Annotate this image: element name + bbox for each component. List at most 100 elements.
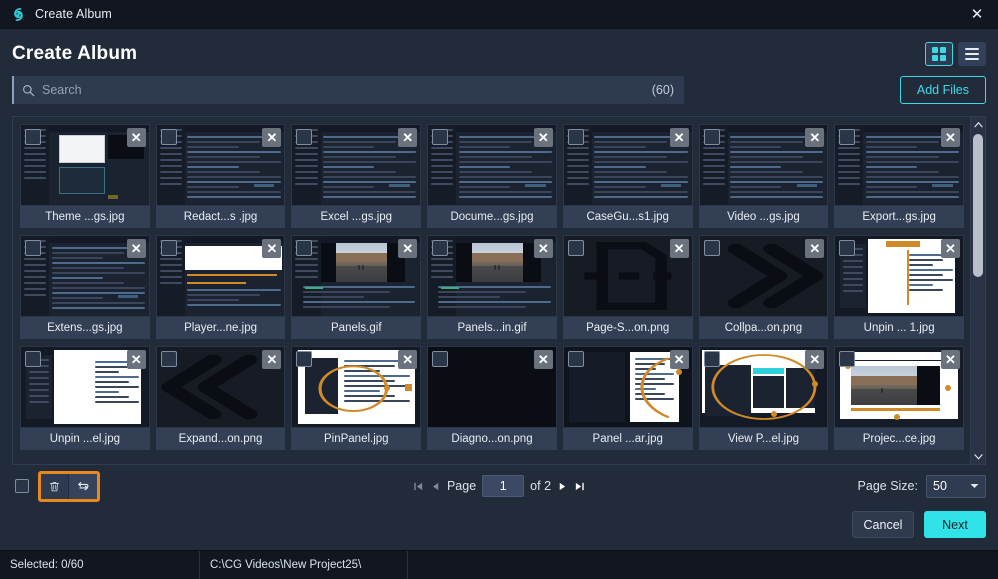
file-remove-button[interactable]: ✕ bbox=[262, 350, 282, 369]
search-input[interactable] bbox=[42, 83, 652, 97]
file-remove-button[interactable]: ✕ bbox=[126, 128, 146, 147]
next-button[interactable]: Next bbox=[924, 511, 986, 538]
file-thumbnail[interactable]: ✕ bbox=[698, 346, 829, 428]
file-remove-button[interactable]: ✕ bbox=[805, 128, 825, 147]
file-remove-button[interactable]: ✕ bbox=[669, 239, 689, 258]
file-remove-button[interactable]: ✕ bbox=[533, 128, 553, 147]
file-select-checkbox[interactable] bbox=[160, 351, 177, 367]
last-page-button[interactable] bbox=[574, 481, 585, 492]
file-remove-button[interactable]: ✕ bbox=[398, 239, 418, 258]
file-select-checkbox[interactable] bbox=[25, 240, 41, 256]
file-remove-button[interactable]: ✕ bbox=[940, 239, 960, 258]
file-card[interactable]: ✕ Expand...on.png bbox=[155, 346, 286, 450]
file-select-checkbox[interactable] bbox=[567, 240, 584, 256]
file-remove-button[interactable]: ✕ bbox=[940, 350, 960, 369]
file-card[interactable]: ✕ Projec...ce.jpg bbox=[834, 346, 964, 450]
file-thumbnail[interactable]: ✕ bbox=[562, 346, 693, 428]
file-remove-button[interactable]: ✕ bbox=[126, 239, 146, 258]
list-view-toggle[interactable] bbox=[958, 42, 986, 66]
file-select-checkbox[interactable] bbox=[25, 351, 41, 367]
first-page-button[interactable] bbox=[413, 481, 424, 492]
file-thumbnail[interactable]: ✕ bbox=[291, 124, 422, 206]
file-remove-button[interactable]: ✕ bbox=[262, 128, 282, 147]
file-remove-button[interactable]: ✕ bbox=[262, 239, 282, 258]
file-thumbnail[interactable]: ✕ bbox=[834, 346, 964, 428]
scrollbar-track[interactable] bbox=[971, 132, 985, 449]
file-card[interactable]: ✕ Panels.gif bbox=[291, 235, 422, 339]
file-thumbnail[interactable]: ✕ bbox=[291, 235, 422, 317]
delete-selected-button[interactable] bbox=[41, 473, 69, 499]
file-remove-button[interactable]: ✕ bbox=[805, 239, 825, 258]
scrollbar-thumb[interactable] bbox=[973, 134, 983, 277]
file-card[interactable]: ✕ Collpa...on.png bbox=[698, 235, 829, 339]
file-card[interactable]: ✕ Theme ...gs.jpg bbox=[20, 124, 150, 228]
search-box[interactable]: (60) bbox=[12, 76, 684, 104]
file-select-checkbox[interactable] bbox=[432, 351, 449, 367]
page-number-input[interactable] bbox=[482, 475, 525, 497]
file-card[interactable]: ✕ Panel ...ar.jpg bbox=[562, 346, 693, 450]
file-thumbnail[interactable]: ✕ bbox=[291, 346, 422, 428]
add-files-button[interactable]: Add Files bbox=[899, 76, 986, 104]
file-select-checkbox[interactable] bbox=[567, 129, 584, 145]
file-select-checkbox[interactable] bbox=[160, 129, 177, 145]
file-remove-button[interactable]: ✕ bbox=[398, 128, 418, 147]
file-remove-button[interactable]: ✕ bbox=[398, 350, 418, 369]
file-thumbnail[interactable]: ✕ bbox=[155, 235, 286, 317]
file-thumbnail[interactable]: ✕ bbox=[427, 346, 557, 428]
file-card[interactable]: ✕ Page-S...on.png bbox=[562, 235, 693, 339]
file-card[interactable]: ✕ Video ...gs.jpg bbox=[698, 124, 829, 228]
file-remove-button[interactable]: ✕ bbox=[805, 350, 825, 369]
file-remove-button[interactable]: ✕ bbox=[533, 350, 553, 369]
file-select-checkbox[interactable] bbox=[839, 129, 856, 145]
file-card[interactable]: ✕ Unpin ...el.jpg bbox=[20, 346, 150, 450]
file-thumbnail[interactable]: ✕ bbox=[698, 124, 829, 206]
file-card[interactable]: ✕ Excel ...gs.jpg bbox=[291, 124, 422, 228]
file-select-checkbox[interactable] bbox=[567, 351, 584, 367]
file-select-checkbox[interactable] bbox=[296, 351, 313, 367]
file-card[interactable]: ✕ Player...ne.jpg bbox=[155, 235, 286, 339]
file-thumbnail[interactable]: ✕ bbox=[155, 124, 286, 206]
file-thumbnail[interactable]: ✕ bbox=[562, 124, 693, 206]
file-select-checkbox[interactable] bbox=[839, 240, 856, 256]
file-thumbnail[interactable]: ✕ bbox=[562, 235, 693, 317]
file-card[interactable]: ✕ Diagno...on.png bbox=[427, 346, 557, 450]
file-card[interactable]: ✕ Export...gs.jpg bbox=[834, 124, 964, 228]
file-select-checkbox[interactable] bbox=[703, 351, 720, 367]
file-card[interactable]: ✕ Docume...gs.jpg bbox=[427, 124, 557, 228]
file-thumbnail[interactable]: ✕ bbox=[698, 235, 829, 317]
scroll-down-button[interactable] bbox=[973, 449, 983, 464]
file-thumbnail[interactable]: ✕ bbox=[834, 235, 964, 317]
file-card[interactable]: ✕ Panels...in.gif bbox=[427, 235, 557, 339]
file-card[interactable]: ✕ Extens...gs.jpg bbox=[20, 235, 150, 339]
prev-page-button[interactable] bbox=[430, 481, 441, 492]
select-all-checkbox[interactable] bbox=[15, 479, 29, 493]
file-select-checkbox[interactable] bbox=[25, 129, 41, 145]
file-card[interactable]: ✕ Unpin ... 1.jpg bbox=[834, 235, 964, 339]
file-select-checkbox[interactable] bbox=[296, 129, 313, 145]
file-select-checkbox[interactable] bbox=[432, 240, 449, 256]
file-remove-button[interactable]: ✕ bbox=[669, 350, 689, 369]
file-remove-button[interactable]: ✕ bbox=[533, 239, 553, 258]
file-card[interactable]: ✕ View P...el.jpg bbox=[698, 346, 829, 450]
grid-vertical-scrollbar[interactable] bbox=[970, 117, 985, 464]
file-card[interactable]: ✕ Redact...s .jpg bbox=[155, 124, 286, 228]
file-select-checkbox[interactable] bbox=[296, 240, 313, 256]
file-thumbnail[interactable]: ✕ bbox=[427, 124, 557, 206]
grid-view-toggle[interactable] bbox=[925, 42, 953, 66]
file-thumbnail[interactable]: ✕ bbox=[20, 235, 150, 317]
file-card[interactable]: ✕ PinPanel.jpg bbox=[291, 346, 422, 450]
file-thumbnail[interactable]: ✕ bbox=[427, 235, 557, 317]
file-remove-button[interactable]: ✕ bbox=[669, 128, 689, 147]
replace-refresh-button[interactable] bbox=[69, 473, 97, 499]
file-select-checkbox[interactable] bbox=[703, 240, 720, 256]
page-size-select[interactable]: 50 bbox=[926, 474, 986, 498]
cancel-button[interactable]: Cancel bbox=[852, 511, 914, 538]
file-select-checkbox[interactable] bbox=[432, 129, 449, 145]
file-select-checkbox[interactable] bbox=[160, 240, 177, 256]
file-thumbnail[interactable]: ✕ bbox=[20, 124, 150, 206]
file-thumbnail[interactable]: ✕ bbox=[834, 124, 964, 206]
scroll-up-button[interactable] bbox=[973, 117, 983, 132]
file-remove-button[interactable]: ✕ bbox=[940, 128, 960, 147]
next-page-button[interactable] bbox=[557, 481, 568, 492]
file-thumbnail[interactable]: ✕ bbox=[20, 346, 150, 428]
